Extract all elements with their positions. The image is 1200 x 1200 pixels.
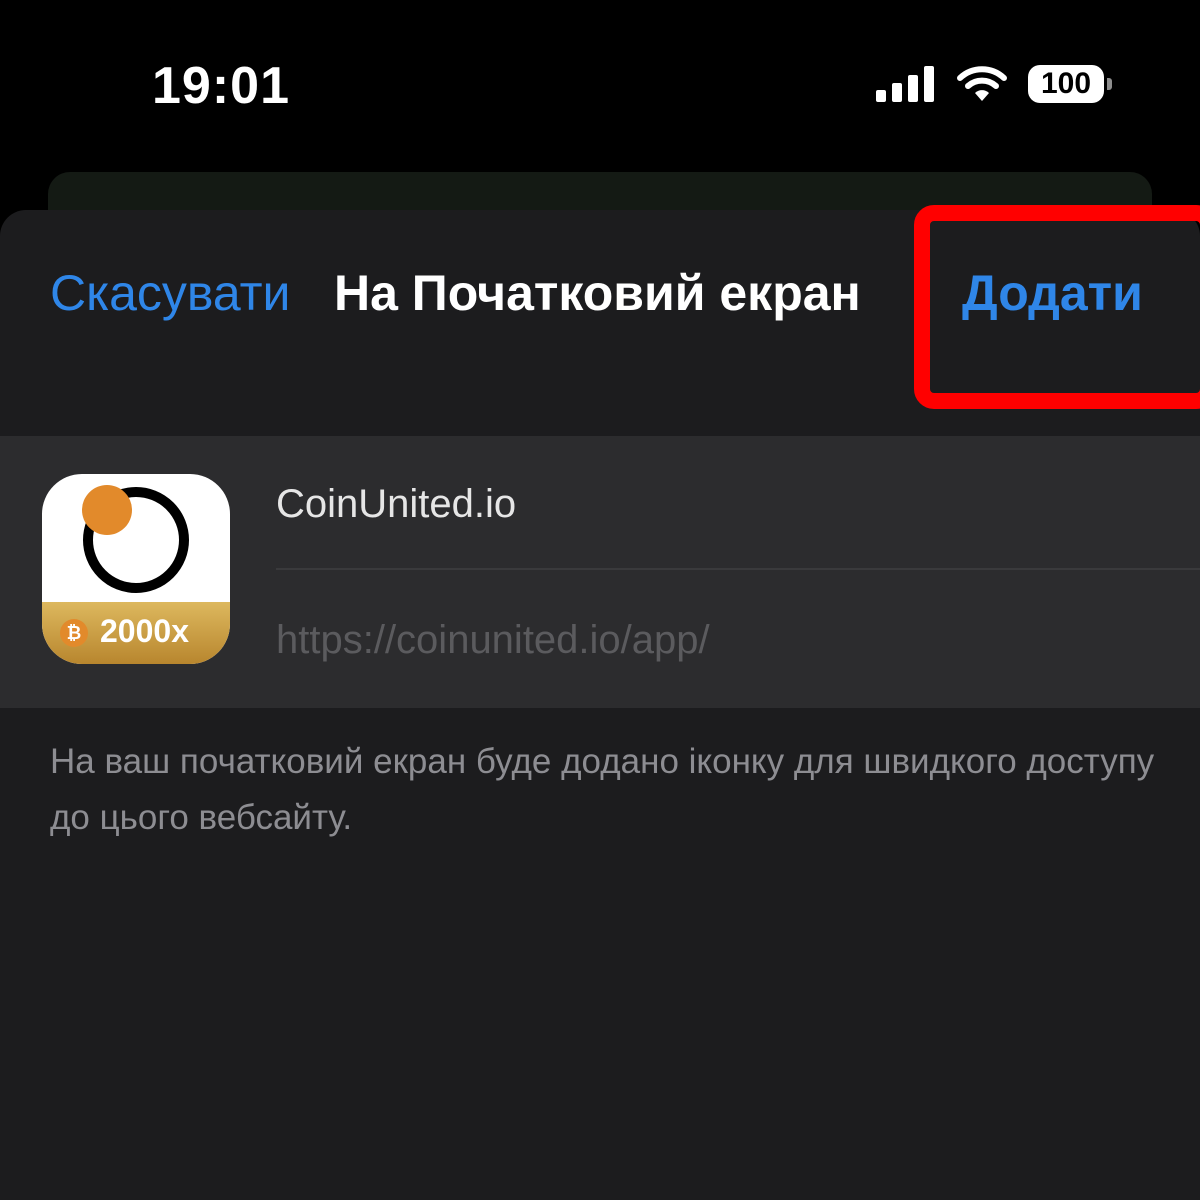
sheet-title: На Початковий екран xyxy=(334,265,861,321)
coin-logo-icon xyxy=(82,485,189,593)
status-time: 19:01 xyxy=(152,57,290,115)
wifi-icon xyxy=(957,66,1007,101)
cancel-button[interactable]: Скасувати xyxy=(50,264,290,322)
app-icon: ₿ 2000x xyxy=(42,474,230,664)
app-name-field[interactable]: CoinUnited.io xyxy=(276,482,516,527)
app-url: https://coinunited.io/app/ xyxy=(276,618,710,662)
status-icons: 100 xyxy=(876,62,1112,106)
battery-tip xyxy=(1107,78,1112,90)
info-note: На ваш початковий екран буде додано ікон… xyxy=(50,742,1155,837)
battery-level: 100 xyxy=(1040,67,1092,100)
screen: 19:01 100 Скасувати На Початковий екран … xyxy=(0,0,1200,1200)
app-icon-badge-strip: ₿ 2000x xyxy=(42,602,230,664)
battery-icon: 100 xyxy=(1028,65,1112,103)
bitcoin-icon: ₿ xyxy=(60,619,88,647)
signal-icon xyxy=(876,66,934,102)
app-icon-multiplier: 2000x xyxy=(100,613,189,649)
add-button[interactable]: Додати xyxy=(962,264,1143,322)
divider xyxy=(276,568,1200,570)
